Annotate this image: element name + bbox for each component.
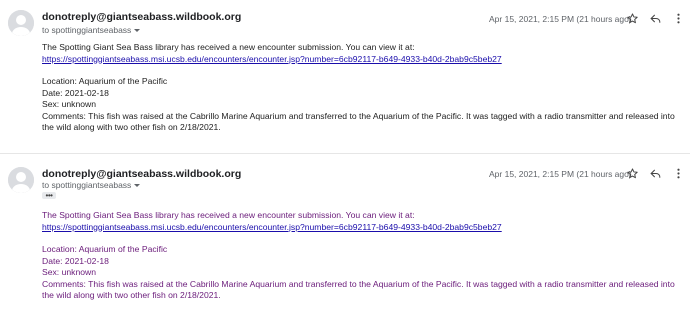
more-options-button[interactable] [670,10,686,26]
person-icon [8,167,34,193]
message-timestamp: Apr 15, 2021, 2:15 PM (21 hours ago) [489,14,632,24]
more-vertical-icon [676,168,680,178]
show-trimmed-content-button[interactable]: ••• [42,192,56,200]
recipient-line[interactable]: to spottinggiantseabass [42,25,141,35]
message-body-quoted: The Spotting Giant Sea Bass library has … [42,210,682,302]
encounter-link[interactable]: https://spottinggiantseabass.msi.ucsb.ed… [42,222,502,232]
encounter-link[interactable]: https://spottinggiantseabass.msi.ucsb.ed… [42,54,502,64]
person-icon [8,10,34,36]
reply-icon [650,14,660,23]
reply-button[interactable] [647,10,663,26]
recipient-text: to spottinggiantseabass [42,180,132,190]
chevron-down-icon[interactable] [134,29,141,32]
chevron-down-icon[interactable] [134,184,141,187]
sender-email[interactable]: donotreply@giantseabass.wildbook.org [42,168,241,180]
sender-email[interactable]: donotreply@giantseabass.wildbook.org [42,11,241,23]
star-outline-icon [626,12,638,23]
recipient-line[interactable]: to spottinggiantseabass [42,180,141,190]
sex-text: Sex: unknown [42,99,96,109]
sender-avatar[interactable] [8,10,34,36]
message-timestamp: Apr 15, 2021, 2:15 PM (21 hours ago) [489,169,632,179]
sex-text: Sex: unknown [42,267,96,277]
location-text: Location: Aquarium of the Pacific [42,76,168,86]
message-body: The Spotting Giant Sea Bass library has … [42,42,682,134]
reply-button[interactable] [647,165,663,181]
date-text: Date: 2021-02-18 [42,255,109,266]
date-text: Date: 2021-02-18 [42,87,109,98]
star-button[interactable] [624,10,640,26]
recipient-text: to spottinggiantseabass [42,25,132,35]
message-divider [0,153,690,154]
more-vertical-icon [676,13,680,23]
email-message-2: donotreply@giantseabass.wildbook.org to … [0,158,690,321]
intro-text: The Spotting Giant Sea Bass library has … [42,210,415,220]
email-message-1: donotreply@giantseabass.wildbook.org to … [0,0,690,150]
star-outline-icon [626,167,638,178]
comments-text: Comments: This fish was raised at the Ca… [42,110,675,133]
location-text: Location: Aquarium of the Pacific [42,244,168,254]
reply-icon [650,169,660,178]
sender-avatar[interactable] [8,167,34,193]
star-button[interactable] [624,165,640,181]
more-options-button[interactable] [670,165,686,181]
comments-text: Comments: This fish was raised at the Ca… [42,278,675,301]
intro-text: The Spotting Giant Sea Bass library has … [42,42,415,52]
